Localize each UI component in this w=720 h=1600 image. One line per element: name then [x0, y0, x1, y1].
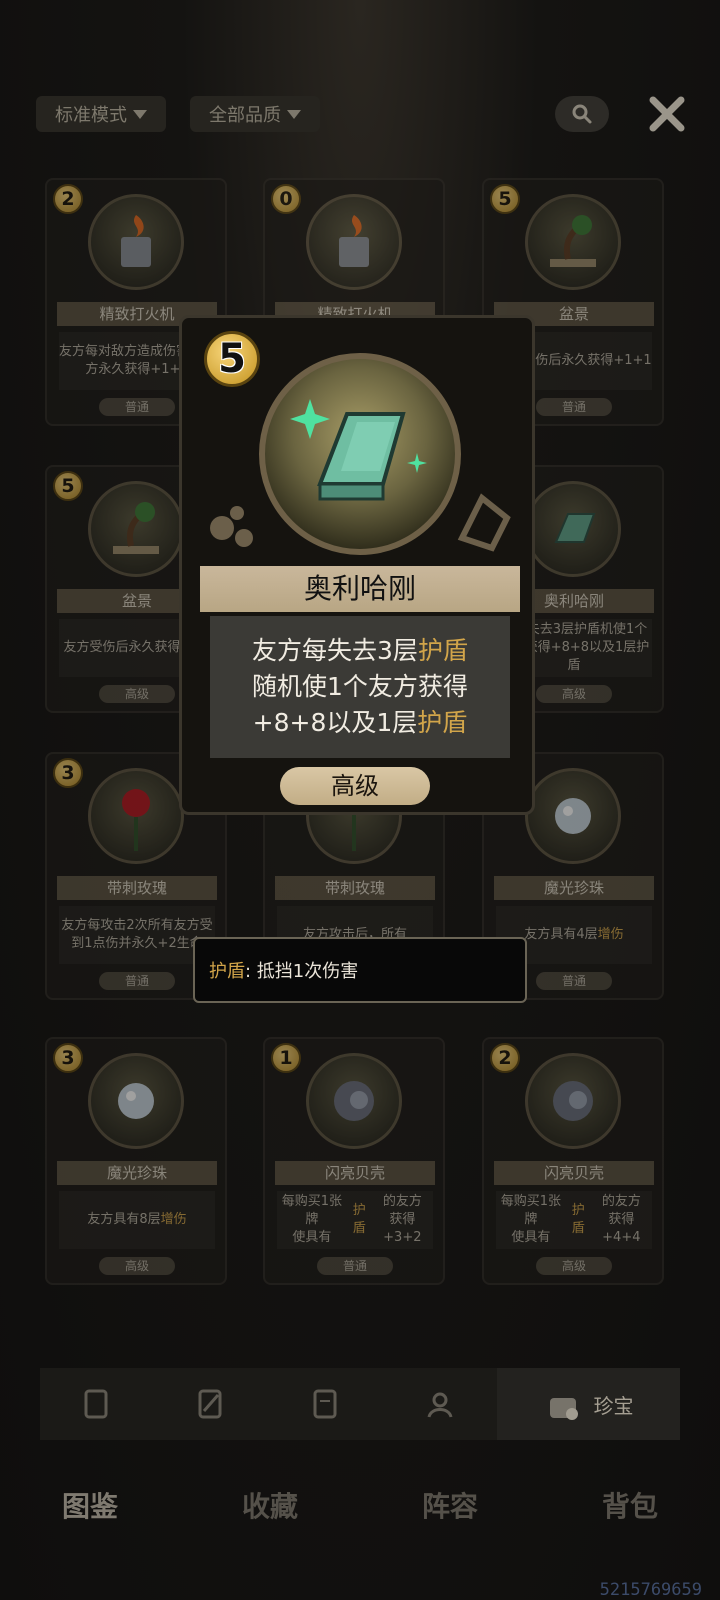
card-name: 魔光珍珠 [57, 1161, 217, 1185]
popup-card-description: 友方每失去3层护盾 随机使1个友方获得 +8+8以及1层护盾 [210, 616, 510, 758]
desc-text: +8+8以及1层 [252, 708, 418, 737]
cost-badge: 2 [490, 1043, 520, 1073]
search-icon [572, 104, 592, 124]
shell-art-icon [525, 1053, 621, 1149]
cost-badge: 0 [271, 184, 301, 214]
mode-filter-label: 标准模式 [55, 105, 127, 126]
main-navigation: 图鉴 收藏 阵容 背包 [0, 1470, 720, 1540]
rarity-badge: 普通 [99, 972, 175, 990]
cost-badge: 5 [490, 184, 520, 214]
bonsai-art-icon [525, 194, 621, 290]
desc-text: 随机使1个友方获得 [252, 672, 468, 701]
nav-item-collection[interactable]: 收藏 [200, 1485, 340, 1525]
tooltip-term: 护盾 [209, 961, 245, 982]
rarity-badge: 高级 [99, 1257, 175, 1275]
close-icon [649, 96, 685, 132]
keyword-tooltip: 护盾 : 抵挡1次伤害 [193, 937, 527, 1003]
popup-cost-badge: 5 [204, 331, 260, 387]
tab-treasure-label: 珍宝 [593, 1393, 634, 1418]
card-description: 每购买1张牌 使具有 护盾 的友方 获得+3+2 [277, 1191, 433, 1249]
tab-category-4[interactable] [383, 1368, 497, 1440]
card-description: 友方每攻击2次所有友方受到1点伤并永久+2生命 [59, 906, 215, 964]
ingot-art-icon [525, 481, 621, 577]
rarity-badge: 普通 [536, 972, 612, 990]
popup-card-name: 奥利哈刚 [200, 566, 520, 612]
tooltip-text: : 抵挡1次伤害 [245, 961, 359, 982]
rarity-badge: 普通 [99, 398, 175, 416]
desc-text: 友方每失去3层 [252, 636, 418, 665]
card-detail-popup[interactable]: 5 奥利哈刚 友方每失去3层护盾 随机使1个友方获得 +8+8以及1层护盾 高级 [179, 315, 535, 815]
popup-rarity-badge: 高级 [280, 767, 430, 805]
lighter-art-icon [88, 194, 184, 290]
chevron-down-icon [133, 109, 147, 119]
close-button[interactable] [645, 92, 689, 136]
pearl-art-icon [88, 1053, 184, 1149]
cost-badge: 2 [53, 184, 83, 214]
tab-category-1[interactable] [40, 1368, 154, 1440]
card-description: 每购买1张牌 使具有 护盾 的友方 获得+4+4 [496, 1191, 652, 1249]
card-item[interactable]: 2 闪亮贝壳 每购买1张牌 使具有 护盾 的友方 获得+4+4 高级 [482, 1037, 664, 1285]
cost-badge: 5 [53, 471, 83, 501]
nav-item-codex[interactable]: 图鉴 [20, 1485, 160, 1525]
avatar-icon [427, 1392, 453, 1418]
card-description: 友方具有8层 增伤 [59, 1191, 215, 1249]
card-item[interactable]: 1 闪亮贝壳 每购买1张牌 使具有 护盾 的友方 获得+3+2 普通 [263, 1037, 445, 1285]
tab-treasure[interactable]: 珍宝 [497, 1368, 680, 1440]
rarity-badge: 高级 [536, 1257, 612, 1275]
pearl-art-icon [525, 768, 621, 864]
tab-category-2[interactable] [154, 1368, 268, 1440]
shell-art-icon [306, 1053, 402, 1149]
card-name: 带刺玫瑰 [275, 876, 435, 900]
ornament-decoration [457, 493, 511, 552]
nav-item-lineup[interactable]: 阵容 [380, 1485, 520, 1525]
shield-keyword[interactable]: 护盾 [418, 636, 468, 665]
ornament-decoration [210, 506, 253, 547]
card-name: 魔光珍珠 [494, 876, 654, 900]
bonsai-art-icon [88, 481, 184, 577]
user-id: 5215769659 [599, 1580, 702, 1600]
mode-filter-dropdown[interactable]: 标准模式 [36, 96, 166, 132]
cost-badge: 3 [53, 1043, 83, 1073]
search-button[interactable] [555, 96, 609, 132]
quality-filter-label: 全部品质 [209, 105, 281, 126]
cost-badge: 1 [271, 1043, 301, 1073]
card-list-icon [313, 1389, 337, 1419]
cost-badge: 3 [53, 758, 83, 788]
ingot-art-icon [259, 353, 461, 555]
lighter-art-icon [306, 194, 402, 290]
rose-art-icon [88, 768, 184, 864]
card-item[interactable]: 3 魔光珍珠 友方具有8层 增伤 高级 [45, 1037, 227, 1285]
card-stack-icon [84, 1389, 108, 1419]
card-name: 闪亮贝壳 [494, 1161, 654, 1185]
tab-category-3[interactable] [269, 1368, 383, 1440]
card-name: 带刺玫瑰 [57, 876, 217, 900]
nav-item-backpack[interactable]: 背包 [560, 1485, 700, 1525]
quality-filter-dropdown[interactable]: 全部品质 [190, 96, 320, 132]
shield-keyword[interactable]: 护盾 [417, 708, 467, 737]
rarity-badge: 高级 [536, 685, 612, 703]
chevron-down-icon [287, 109, 301, 119]
rarity-badge: 高级 [99, 685, 175, 703]
rarity-badge: 普通 [317, 1257, 393, 1275]
card-name: 闪亮贝壳 [275, 1161, 435, 1185]
rarity-badge: 普通 [536, 398, 612, 416]
treasure-icon [549, 1398, 578, 1420]
category-tabs: 珍宝 [40, 1368, 680, 1440]
card-sword-icon [198, 1389, 222, 1419]
